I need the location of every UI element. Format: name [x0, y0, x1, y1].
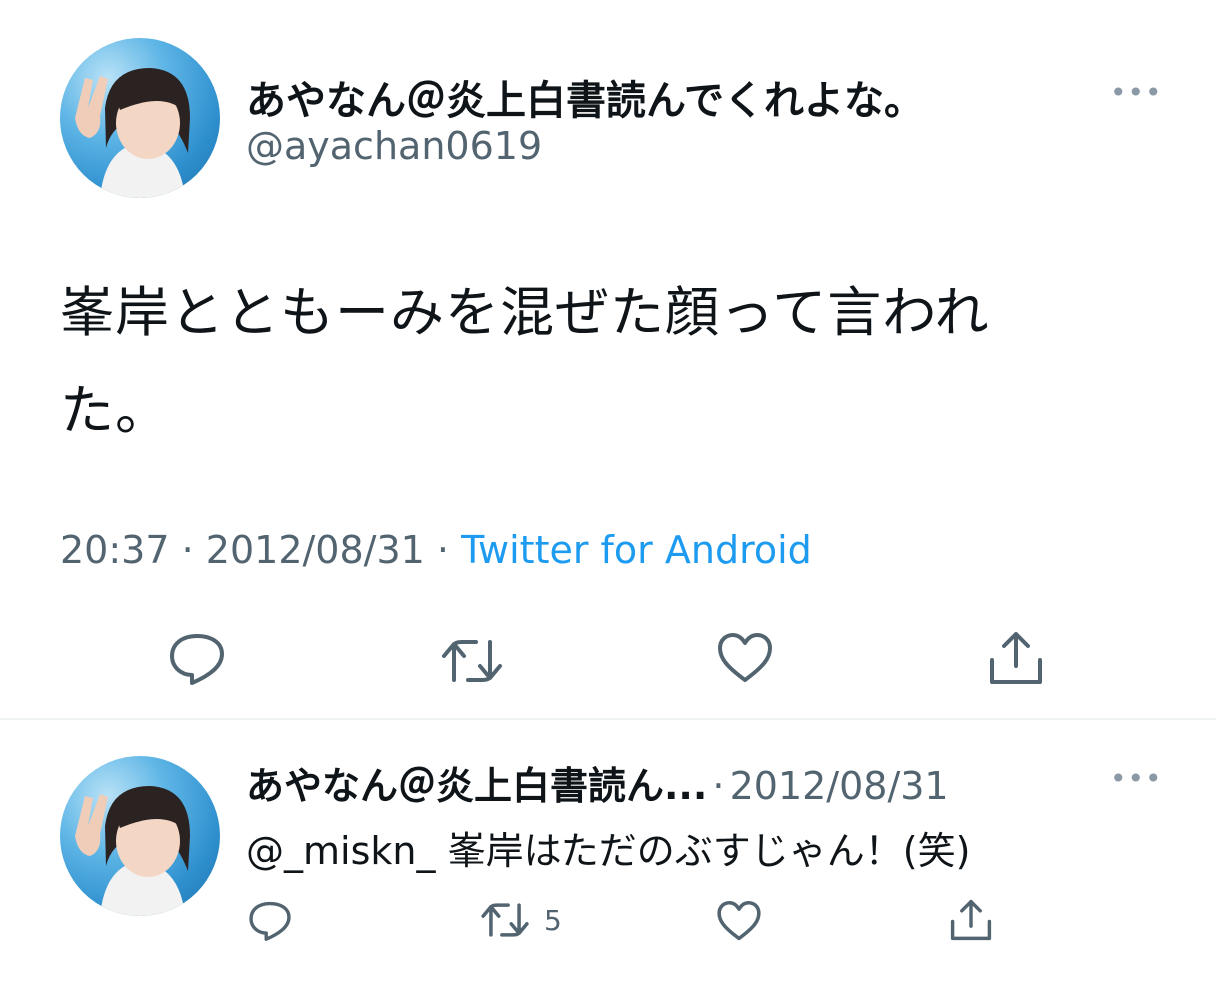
meta-separator: · — [436, 528, 450, 572]
reply-share-button[interactable] — [948, 898, 994, 942]
divider — [0, 718, 1216, 720]
reply-like-button[interactable] — [716, 900, 762, 942]
avatar-image — [75, 68, 190, 198]
reply-button[interactable] — [168, 632, 226, 686]
retweet-button[interactable] — [440, 636, 504, 686]
user-handle[interactable]: @ayachan0619 — [246, 124, 542, 168]
reply-icon — [249, 901, 291, 941]
reply-avatar[interactable] — [60, 756, 220, 916]
avatar-image — [75, 786, 190, 916]
tweet-meta: 20:37 · 2012/08/31 · Twitter for Android — [60, 528, 812, 572]
meta-separator: · — [181, 528, 194, 572]
more-icon[interactable]: ••• — [1110, 76, 1163, 109]
retweet-count: 5 — [544, 903, 562, 937]
heart-icon — [717, 900, 761, 941]
tweet-time: 20:37 — [60, 528, 170, 572]
reply-header: あやなん＠炎上白書読ん... · 2012/08/31 — [246, 755, 949, 810]
display-name[interactable]: あやなん＠炎上白書読んでくれよな。 — [246, 68, 924, 126]
retweet-icon — [442, 640, 502, 682]
reply-reply-button[interactable] — [248, 900, 292, 942]
tweet-text-line: 峯岸とともーみを混ぜた顔って言われ — [60, 281, 990, 344]
avatar[interactable] — [60, 38, 220, 198]
reply-text: @_miskn_ 峯岸はただのぶすじゃん！(笑) — [246, 820, 970, 875]
reply-icon — [170, 634, 224, 685]
like-button[interactable] — [716, 632, 774, 684]
tweet-date: 2012/08/31 — [205, 528, 425, 572]
reply-body: 峯岸はただのぶすじゃん！(笑) — [447, 829, 971, 873]
reply-more-icon[interactable]: ••• — [1110, 762, 1163, 795]
heart-icon — [718, 633, 772, 682]
tweet-text-line: た。 — [60, 379, 170, 442]
share-icon — [990, 632, 1042, 684]
tweet-text: 峯岸とともーみを混ぜた顔って言われ た。 — [60, 264, 990, 460]
meta-separator: · — [712, 764, 725, 808]
reply-date[interactable]: 2012/08/31 — [730, 764, 949, 808]
reply-mention-link[interactable]: @_miskn_ — [246, 829, 435, 873]
reply-display-name[interactable]: あやなん＠炎上白書読ん... — [246, 764, 707, 808]
share-button[interactable] — [986, 630, 1046, 686]
share-icon — [950, 899, 992, 941]
reply-retweet-button[interactable]: 5 — [480, 900, 562, 940]
tweet-source-link[interactable]: Twitter for Android — [461, 528, 812, 572]
retweet-icon — [481, 903, 529, 937]
